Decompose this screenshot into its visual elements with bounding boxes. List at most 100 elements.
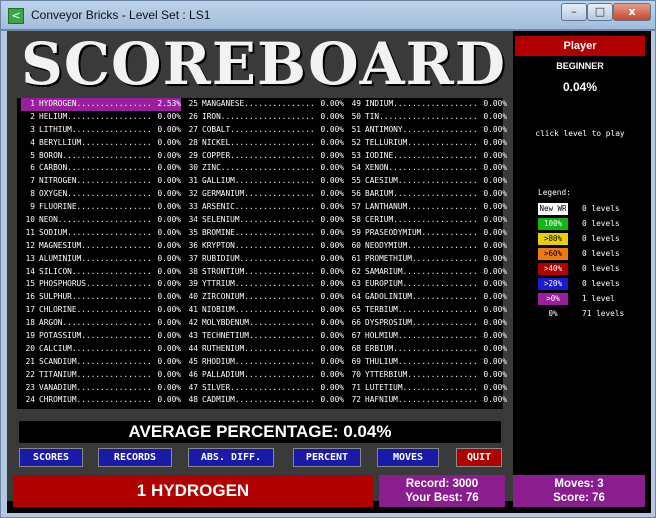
level-row-cobalt[interactable]: 27 COBALT.................... 0.00% bbox=[184, 124, 344, 137]
level-row-technetium[interactable]: 43 TECHNETIUM................ 0.00% bbox=[184, 330, 344, 343]
level-row-helium[interactable]: 2 HELIUM.................... 0.00% bbox=[21, 111, 181, 124]
level-percentage: 0.00% bbox=[157, 356, 181, 366]
level-row-fluorine[interactable]: 9 FLUORINE.................. 0.00% bbox=[21, 201, 181, 214]
maximize-button[interactable]: □ bbox=[587, 3, 613, 21]
level-row-terbium[interactable]: 65 TERBIUM................... 0.00% bbox=[347, 304, 507, 317]
level-row-ruthenium[interactable]: 44 RUTHENIUM................. 0.00% bbox=[184, 343, 344, 356]
level-row-beryllium[interactable]: 4 BERYLLIUM................. 0.00% bbox=[21, 137, 181, 150]
level-row-rubidium[interactable]: 37 RUBIDIUM.................. 0.00% bbox=[184, 253, 344, 266]
minimize-button[interactable]: – bbox=[561, 3, 587, 21]
level-row-carbon[interactable]: 6 CARBON.................... 0.00% bbox=[21, 162, 181, 175]
level-row-rhodium[interactable]: 45 RHODIUM................... 0.00% bbox=[184, 356, 344, 369]
level-row-xenon[interactable]: 54 XENON..................... 0.00% bbox=[347, 162, 507, 175]
level-row-magnesium[interactable]: 12 MAGNESIUM................. 0.00% bbox=[21, 240, 181, 253]
level-row-arsenic[interactable]: 33 ARSENIC................... 0.00% bbox=[184, 201, 344, 214]
level-row-boron[interactable]: 5 BORON..................... 0.00% bbox=[21, 150, 181, 163]
level-row-cadmium[interactable]: 48 CADMIUM................... 0.00% bbox=[184, 394, 344, 407]
level-row-promethium[interactable]: 61 PROMETHIUM................ 0.00% bbox=[347, 253, 507, 266]
percent-button[interactable]: PERCENT bbox=[293, 448, 361, 467]
level-number: 70 bbox=[351, 369, 361, 379]
level-row-oxygen[interactable]: 8 OXYGEN.................... 0.00% bbox=[21, 188, 181, 201]
level-row-palladium[interactable]: 46 PALLADIUM................. 0.00% bbox=[184, 369, 344, 382]
level-row-nickel[interactable]: 28 NICKEL.................... 0.00% bbox=[184, 137, 344, 150]
level-row-silicon[interactable]: 14 SILICON................... 0.00% bbox=[21, 266, 181, 279]
level-row-lutetium[interactable]: 71 LUTETIUM.................. 0.00% bbox=[347, 382, 507, 395]
quit-button[interactable]: QUIT bbox=[456, 448, 502, 467]
level-number: 69 bbox=[351, 356, 361, 366]
level-number: 23 bbox=[25, 382, 35, 392]
level-number: 41 bbox=[188, 305, 198, 315]
level-row-indium[interactable]: 49 INDIUM.................... 0.00% bbox=[347, 98, 507, 111]
abs-diff-button[interactable]: ABS. DIFF. bbox=[188, 448, 274, 467]
level-row-sulphur[interactable]: 16 SULPHUR................... 0.00% bbox=[21, 291, 181, 304]
legend-count: 0 levels bbox=[582, 204, 620, 213]
level-row-hafnium[interactable]: 72 HAFNIUM................... 0.00% bbox=[347, 394, 507, 407]
level-row-caesium[interactable]: 55 CAESIUM................... 0.00% bbox=[347, 175, 507, 188]
level-row-lanthanum[interactable]: 57 LANTHANUM................. 0.00% bbox=[347, 201, 507, 214]
level-row-lithium[interactable]: 3 LITHIUM................... 0.00% bbox=[21, 124, 181, 137]
level-row-neodymium[interactable]: 60 NEODYMIUM................. 0.00% bbox=[347, 240, 507, 253]
level-row-dysprosium[interactable]: 66 DYSPROSIUM................ 0.00% bbox=[347, 317, 507, 330]
level-row-samarium[interactable]: 62 SAMARIUM.................. 0.00% bbox=[347, 266, 507, 279]
level-row-germanium[interactable]: 32 GERMANIUM................. 0.00% bbox=[184, 188, 344, 201]
level-row-tin[interactable]: 50 TIN....................... 0.00% bbox=[347, 111, 507, 124]
level-number: 47 bbox=[188, 382, 198, 392]
level-row-cerium[interactable]: 58 CERIUM.................... 0.00% bbox=[347, 214, 507, 227]
moves-button[interactable]: MOVES bbox=[377, 448, 439, 467]
legend-count: 1 level bbox=[582, 294, 615, 303]
level-row-copper[interactable]: 29 COPPER.................... 0.00% bbox=[184, 150, 344, 163]
level-row-gallium[interactable]: 31 GALLIUM................... 0.00% bbox=[184, 175, 344, 188]
level-row-argon[interactable]: 18 ARGON..................... 0.00% bbox=[21, 317, 181, 330]
level-row-aluminium[interactable]: 13 ALUMINIUM................. 0.00% bbox=[21, 253, 181, 266]
level-row-tellurium[interactable]: 52 TELLURIUM................. 0.00% bbox=[347, 137, 507, 150]
level-row-vanadium[interactable]: 23 VANADIUM.................. 0.00% bbox=[21, 382, 181, 395]
level-row-europium[interactable]: 63 EUROPIUM.................. 0.00% bbox=[347, 278, 507, 291]
level-row-erbium[interactable]: 68 ERBIUM.................... 0.00% bbox=[347, 343, 507, 356]
level-percentage: 0.00% bbox=[157, 176, 181, 186]
level-row-krypton[interactable]: 36 KRYPTON................... 0.00% bbox=[184, 240, 344, 253]
level-row-hydrogen[interactable]: 1 HYDROGEN.................. 2.53% bbox=[21, 98, 181, 111]
level-row-gadolinium[interactable]: 64 GADOLINIUM................ 0.00% bbox=[347, 291, 507, 304]
level-row-ytterbium[interactable]: 70 YTTERBIUM................. 0.00% bbox=[347, 369, 507, 382]
level-percentage: 0.00% bbox=[157, 343, 181, 353]
level-percentage: 0.00% bbox=[157, 150, 181, 160]
level-row-titanium[interactable]: 22 TITANIUM.................. 0.00% bbox=[21, 369, 181, 382]
level-number: 42 bbox=[188, 318, 198, 328]
level-row-niobium[interactable]: 41 NIOBIUM................... 0.00% bbox=[184, 304, 344, 317]
legend-swatch: >0% bbox=[538, 292, 568, 305]
level-row-calcium[interactable]: 20 CALCIUM................... 0.00% bbox=[21, 343, 181, 356]
level-row-sodium[interactable]: 11 SODIUM.................... 0.00% bbox=[21, 227, 181, 240]
level-row-barium[interactable]: 56 BARIUM.................... 0.00% bbox=[347, 188, 507, 201]
records-button[interactable]: RECORDS bbox=[98, 448, 172, 467]
level-row-nitrogen[interactable]: 7 NITROGEN.................. 0.00% bbox=[21, 175, 181, 188]
level-row-praseodymium[interactable]: 59 PRASEODYMIUM.............. 0.00% bbox=[347, 227, 507, 240]
level-row-yttrium[interactable]: 39 YTTRIUM................... 0.00% bbox=[184, 278, 344, 291]
level-row-bromine[interactable]: 35 BROMINE................... 0.00% bbox=[184, 227, 344, 240]
scores-button[interactable]: SCORES bbox=[19, 448, 83, 467]
level-row-iron[interactable]: 26 IRON...................... 0.00% bbox=[184, 111, 344, 124]
level-row-neon[interactable]: 10 NEON...................... 0.00% bbox=[21, 214, 181, 227]
level-percentage: 0.00% bbox=[483, 189, 507, 199]
level-row-scandium[interactable]: 21 SCANDIUM.................. 0.00% bbox=[21, 356, 181, 369]
level-number: 15 bbox=[25, 279, 35, 289]
level-row-antimony[interactable]: 51 ANTIMONY.................. 0.00% bbox=[347, 124, 507, 137]
level-percentage: 0.00% bbox=[157, 318, 181, 328]
level-row-manganese[interactable]: 25 MANGANESE................. 0.00% bbox=[184, 98, 344, 111]
close-button[interactable]: x bbox=[613, 3, 651, 21]
level-row-selenium[interactable]: 34 SELENIUM.................. 0.00% bbox=[184, 214, 344, 227]
level-row-strontium[interactable]: 38 STRONTIUM................. 0.00% bbox=[184, 266, 344, 279]
level-row-potassium[interactable]: 19 POTASSIUM................. 0.00% bbox=[21, 330, 181, 343]
level-row-zinc[interactable]: 30 ZINC...................... 0.00% bbox=[184, 162, 344, 175]
level-row-thulium[interactable]: 69 THULIUM................... 0.00% bbox=[347, 356, 507, 369]
level-row-holmium[interactable]: 67 HOLMIUM................... 0.00% bbox=[347, 330, 507, 343]
level-row-silver[interactable]: 47 SILVER.................... 0.00% bbox=[184, 382, 344, 395]
level-row-iodine[interactable]: 53 IODINE.................... 0.00% bbox=[347, 150, 507, 163]
level-number: 36 bbox=[188, 240, 198, 250]
level-name: TITANIUM.................. bbox=[39, 369, 151, 379]
level-row-zirconium[interactable]: 40 ZIRCONIUM................. 0.00% bbox=[184, 291, 344, 304]
level-row-chlorine[interactable]: 17 CHLORINE.................. 0.00% bbox=[21, 304, 181, 317]
level-row-phosphorus[interactable]: 15 PHOSPHORUS................ 0.00% bbox=[21, 278, 181, 291]
level-row-chromium[interactable]: 24 CHROMIUM.................. 0.00% bbox=[21, 394, 181, 407]
level-row-molybdenum[interactable]: 42 MOLYBDENUM................ 0.00% bbox=[184, 317, 344, 330]
level-name: SELENIUM.................. bbox=[202, 215, 314, 225]
